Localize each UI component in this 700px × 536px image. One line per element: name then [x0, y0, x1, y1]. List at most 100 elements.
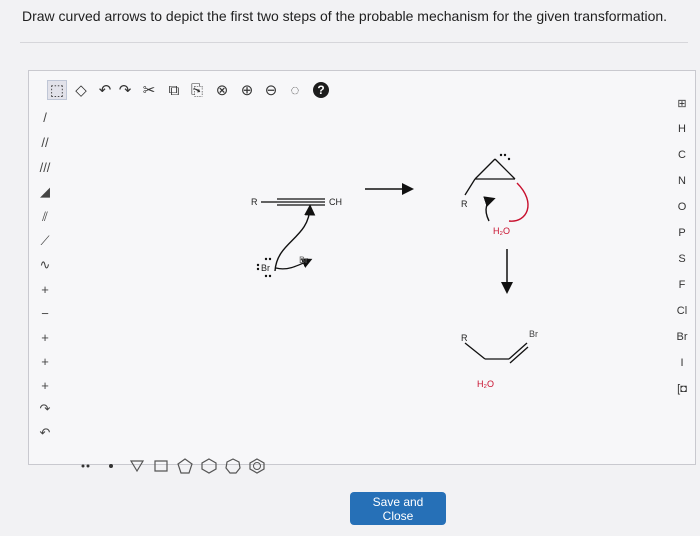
- cyclohexane-tool[interactable]: [199, 456, 219, 476]
- erase-tool[interactable]: ◇: [71, 80, 91, 100]
- wavy-bond-tool[interactable]: ∿: [35, 255, 55, 275]
- hash-bond-tool[interactable]: ⫽: [35, 207, 55, 227]
- zoom-out-icon: ⊖: [264, 82, 278, 99]
- zoom-in-icon: ⊕: [240, 82, 254, 99]
- dots-tool[interactable]: [79, 456, 95, 476]
- water-top-label: H₂O: [493, 226, 510, 236]
- chain-tool[interactable]: ⟋: [35, 231, 55, 251]
- dot-tool[interactable]: [105, 456, 117, 476]
- reaction-scheme: R CH Br Br R H₂O R Br H₂O: [251, 153, 538, 389]
- question-prompt: Draw curved arrows to depict the first t…: [22, 8, 668, 24]
- zoom-in-tool[interactable]: ⊕: [237, 80, 257, 100]
- alkyne-ch-label: CH: [329, 197, 342, 207]
- molecule-sketcher: ⬚ ◇ ↶ ↷ ✂ ⧉ ⎘ ⊗ ⊕ ⊖ ◌ ? / // /// ◢ ⫽ ⟋ ∿…: [28, 70, 696, 474]
- paste-icon: ⎘: [190, 81, 203, 99]
- left-toolbar: / // /// ◢ ⫽ ⟋ ∿ + − + + + ↷ ↶: [29, 107, 59, 452]
- select-tool[interactable]: ⬚: [47, 80, 67, 100]
- element-s[interactable]: S: [672, 249, 692, 269]
- single-bond-icon: /: [43, 109, 47, 125]
- arrow-single-tool[interactable]: ↶: [35, 423, 55, 443]
- product-br-label: Br: [529, 329, 538, 339]
- bromonium-intermediate: [464, 153, 516, 196]
- wedge-bond-tool[interactable]: ◢: [35, 182, 55, 202]
- periodic-table-tool[interactable]: ⊞: [672, 93, 692, 113]
- undo-tool[interactable]: ↶: [95, 80, 115, 100]
- element-i[interactable]: I: [672, 353, 692, 373]
- clean-tool[interactable]: ⊗: [212, 80, 232, 100]
- element-h[interactable]: H: [672, 119, 692, 139]
- electron-pair-icon: +: [41, 377, 49, 393]
- cyclobutane-tool[interactable]: [151, 456, 171, 476]
- element-p[interactable]: P: [672, 223, 692, 243]
- save-and-close-button[interactable]: Save and Close: [350, 492, 446, 525]
- hexagon-ring-icon: [201, 458, 217, 474]
- redo-tool[interactable]: ↷: [115, 80, 135, 100]
- divider: [20, 42, 688, 43]
- undo-icon: ↶: [98, 82, 112, 99]
- curved-arrow-single-icon: ↶: [39, 425, 51, 440]
- cyclopentane-tool[interactable]: [175, 456, 195, 476]
- radical-tool[interactable]: +: [35, 351, 55, 371]
- water-attack-arrow: [483, 196, 496, 222]
- redo-icon: ↷: [118, 82, 132, 99]
- minus-charge-icon: −: [41, 305, 49, 321]
- dot-icon: [109, 464, 113, 468]
- eraser-icon: ◇: [75, 82, 87, 99]
- element-n[interactable]: N: [672, 171, 692, 191]
- element-cl[interactable]: Cl: [672, 301, 692, 321]
- intermediate-r-label: R: [461, 199, 468, 209]
- element-br[interactable]: Br: [672, 327, 692, 347]
- double-bond-icon: //: [41, 134, 49, 150]
- product-molecule: [464, 342, 529, 364]
- electron-pair-tool[interactable]: +: [35, 375, 55, 395]
- plus-charge-icon: +: [41, 281, 49, 297]
- element-more[interactable]: [◘: [672, 379, 692, 399]
- triple-bond-tool[interactable]: ///: [35, 157, 55, 177]
- bromide-label: Br: [261, 263, 270, 273]
- clean-icon: ⊗: [215, 82, 229, 99]
- radical-icon: +: [41, 353, 49, 369]
- negative-charge-tool[interactable]: −: [35, 303, 55, 323]
- scissors-icon: ✂: [142, 82, 156, 99]
- dots-icon: [81, 464, 90, 468]
- heptagon-ring-icon: [225, 458, 241, 474]
- curved-arrow-pair-icon: ↷: [39, 401, 51, 416]
- br-ghost-label: Br: [299, 255, 308, 265]
- top-toolbar: ⬚ ◇ ↶ ↷ ✂ ⧉ ⎘ ⊗ ⊕ ⊖ ◌ ?: [29, 71, 695, 111]
- double-bond-tool[interactable]: //: [35, 132, 55, 152]
- pentagon-ring-icon: [177, 458, 193, 474]
- element-toolbar: ⊞ H C N O P S F Cl Br I [◘: [669, 93, 695, 396]
- positive-charge-tool[interactable]: +: [35, 279, 55, 299]
- element-o[interactable]: O: [672, 197, 692, 217]
- triple-bond-icon: ///: [39, 159, 51, 175]
- cyclopropane-tool[interactable]: [127, 456, 147, 476]
- element-f[interactable]: F: [672, 275, 692, 295]
- triple-bond: [277, 198, 325, 206]
- arrow-pair-tool[interactable]: ↷: [35, 399, 55, 419]
- lone-pair-tool[interactable]: +: [35, 327, 55, 347]
- red-curved-arrow: [508, 182, 529, 222]
- square-ring-icon: [154, 460, 168, 472]
- copy-tool[interactable]: ⧉: [164, 80, 184, 100]
- wavy-bond-icon: ∿: [39, 257, 51, 272]
- product-water-label: H₂O: [477, 379, 494, 389]
- triangle-ring-icon: [129, 460, 145, 473]
- benzene-ring-icon: [249, 458, 265, 474]
- product-r-label: R: [461, 333, 468, 343]
- cut-tool[interactable]: ✂: [139, 80, 159, 100]
- cycloheptane-tool[interactable]: [223, 456, 243, 476]
- zoom-out-tool[interactable]: ⊖: [261, 80, 281, 100]
- zoom-fit-tool[interactable]: ◌: [285, 80, 305, 100]
- paste-tool[interactable]: ⎘: [187, 80, 207, 100]
- drawing-canvas[interactable]: R CH Br Br R H₂O R Br H₂O: [65, 111, 665, 451]
- help-tool[interactable]: ?: [311, 80, 331, 100]
- element-c[interactable]: C: [672, 145, 692, 165]
- lone-pair-icon: +: [41, 329, 49, 345]
- help-icon: ?: [313, 82, 329, 98]
- zoom-fit-icon: ◌: [290, 81, 300, 99]
- wedge-bond-icon: ◢: [40, 184, 50, 199]
- single-bond-tool[interactable]: /: [35, 107, 55, 127]
- bottom-toolbar: [79, 456, 299, 478]
- benzene-tool[interactable]: [247, 456, 267, 476]
- select-arrow-icon: ⬚: [49, 82, 65, 99]
